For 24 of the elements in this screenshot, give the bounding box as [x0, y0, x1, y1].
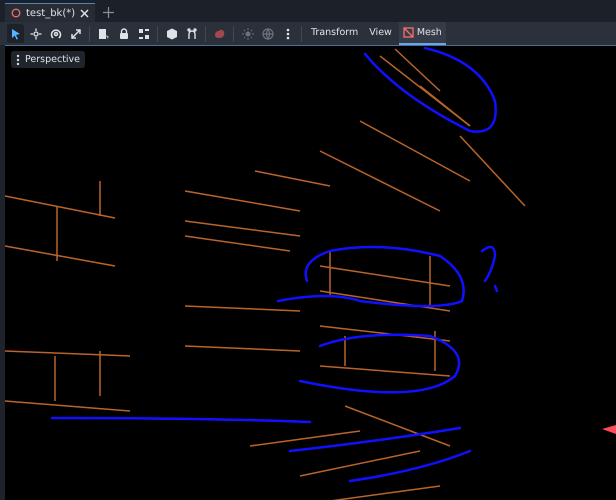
- add-icon[interactable]: [103, 7, 114, 18]
- move-icon: [30, 28, 42, 40]
- lock-icon: [118, 28, 130, 40]
- cube-icon: [166, 28, 178, 40]
- close-icon[interactable]: [80, 8, 90, 18]
- view-mode-button[interactable]: Perspective: [11, 51, 86, 68]
- globe-icon: [262, 28, 274, 40]
- scene-tab[interactable]: test_bk(*): [5, 3, 96, 22]
- triangle-icon: [602, 425, 616, 434]
- more-icon: [16, 54, 20, 66]
- magnet-icon: [186, 28, 198, 40]
- scale-icon: [70, 28, 82, 40]
- menu-button[interactable]: Transform: [307, 22, 362, 45]
- select-tool[interactable]: [7, 24, 24, 43]
- mesh-icon: [402, 27, 414, 38]
- sun-icon: [242, 28, 254, 40]
- circle-icon: [11, 8, 21, 18]
- rotate-icon: [50, 28, 62, 40]
- blob-icon: [214, 28, 226, 40]
- pointer-icon: [10, 28, 22, 40]
- list-select-icon: [98, 28, 110, 40]
- menu-button[interactable]: View: [365, 22, 396, 45]
- menu-button[interactable]: Mesh: [398, 22, 446, 45]
- group-icon: [138, 28, 150, 40]
